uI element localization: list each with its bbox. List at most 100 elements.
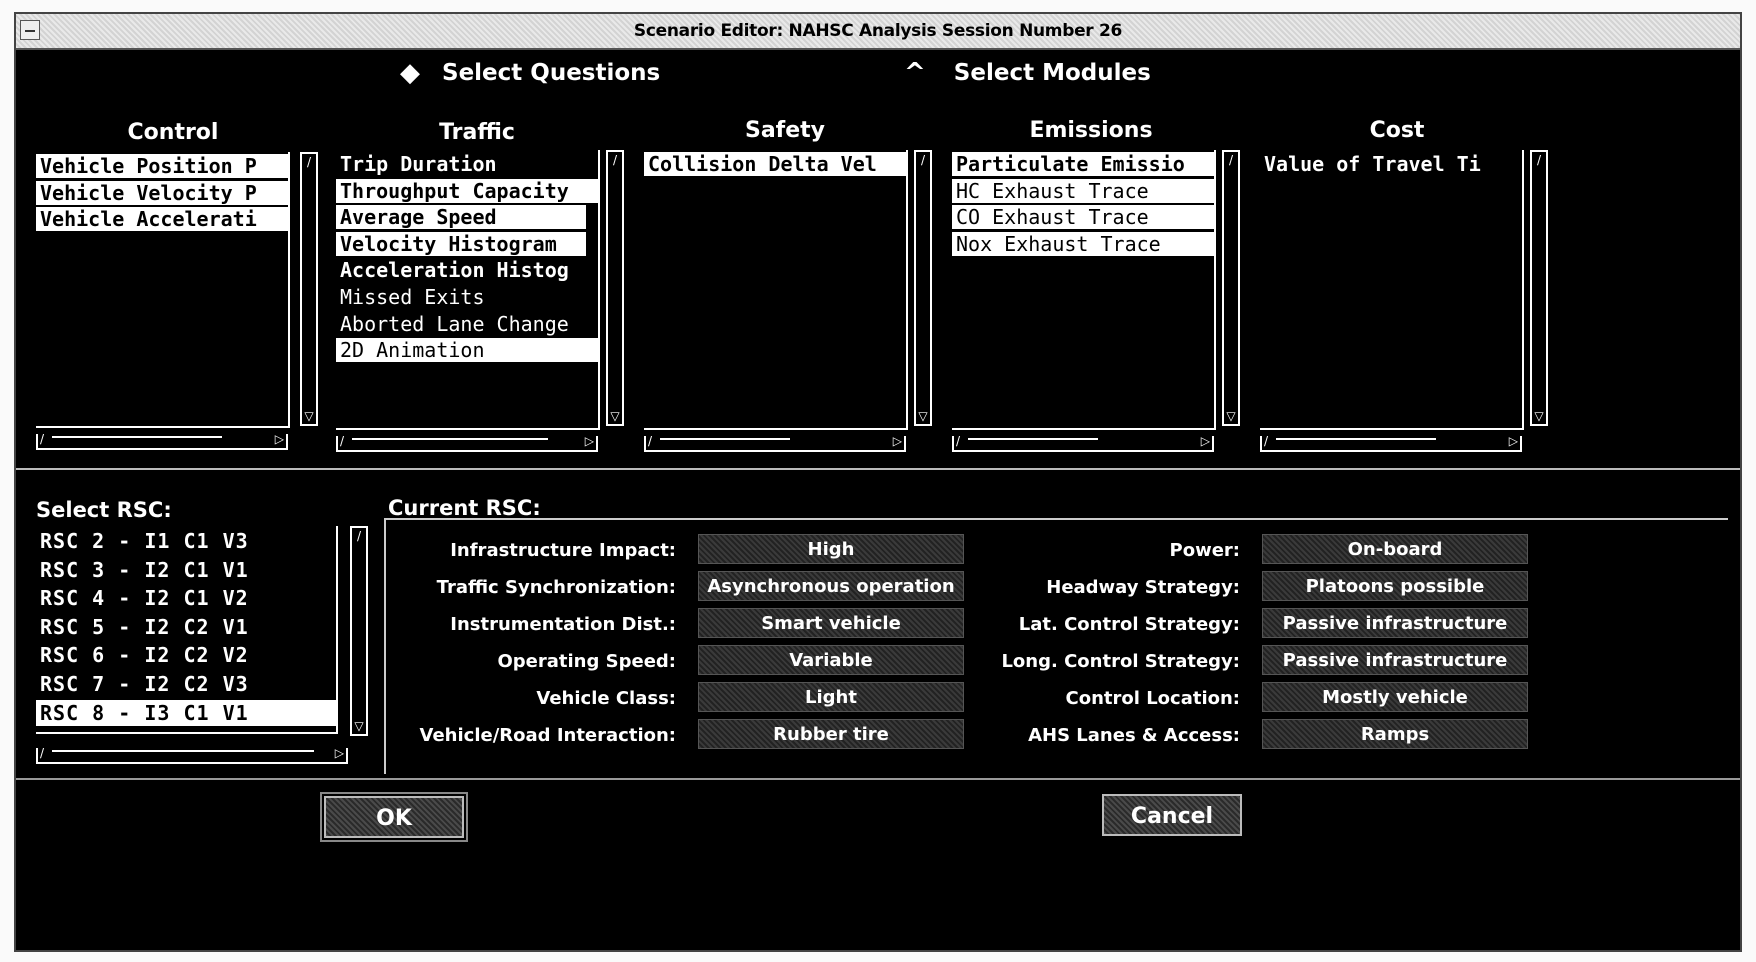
scroll-up-icon[interactable]: /: [1532, 152, 1546, 168]
list-item[interactable]: Missed Exits: [336, 285, 598, 309]
ok-button[interactable]: OK: [324, 796, 464, 838]
vehicle-road-interaction-label: Vehicle/Road Interaction:: [419, 725, 676, 746]
list-item[interactable]: HC Exhaust Trace: [952, 178, 1214, 203]
traffic-horizontal-scrollbar[interactable]: / ▷: [336, 434, 598, 452]
hollow-diamond-icon: ^: [904, 58, 926, 88]
headway-strategy-label: Headway Strategy:: [1046, 577, 1240, 598]
scroll-left-icon[interactable]: /: [40, 432, 44, 446]
infrastructure-impact-label: Infrastructure Impact:: [450, 540, 676, 561]
title-bar[interactable]: Scenario Editor: NAHSC Analysis Session …: [16, 14, 1740, 50]
cost-horizontal-scrollbar[interactable]: / ▷: [1260, 434, 1522, 452]
scroll-left-icon[interactable]: /: [956, 434, 960, 448]
scroll-down-icon[interactable]: ▽: [1224, 408, 1238, 424]
scenario-editor-window: Scenario Editor: NAHSC Analysis Session …: [14, 12, 1742, 952]
safety-listbox[interactable]: Collision Delta Vel / ▽ / ▷: [644, 150, 936, 452]
scroll-right-icon[interactable]: ▷: [275, 432, 284, 446]
rsc-listbox[interactable]: RSC 2 - I1 C1 V3 RSC 3 - I2 C1 V1 RSC 4 …: [36, 526, 372, 766]
list-item[interactable]: RSC 7 - I2 C2 V3: [36, 671, 336, 697]
list-item[interactable]: 2D Animation: [336, 338, 598, 363]
list-item[interactable]: CO Exhaust Trace: [952, 205, 1214, 230]
power-value: On-board: [1262, 534, 1528, 564]
scroll-left-icon[interactable]: /: [1264, 434, 1268, 448]
column-header-emissions: Emissions: [1029, 118, 1153, 143]
control-location-label: Control Location:: [1065, 688, 1240, 709]
power-label: Power:: [1169, 540, 1240, 561]
column-header-cost: Cost: [1369, 118, 1425, 143]
list-item[interactable]: RSC 8 - I3 C1 V1: [36, 699, 336, 726]
scroll-left-icon[interactable]: /: [340, 434, 344, 448]
scroll-down-icon[interactable]: ▽: [302, 408, 316, 424]
scroll-right-icon[interactable]: ▷: [1509, 434, 1518, 448]
list-item[interactable]: Aborted Lane Change: [336, 312, 598, 336]
list-item[interactable]: RSC 3 - I2 C1 V1: [36, 557, 336, 583]
control-location-value: Mostly vehicle: [1262, 682, 1528, 712]
list-item[interactable]: Trip Duration: [336, 152, 598, 176]
list-item[interactable]: Nox Exhaust Trace: [952, 231, 1214, 256]
list-item[interactable]: Vehicle Accelerati: [36, 207, 288, 232]
list-item[interactable]: Throughput Capacity: [336, 178, 598, 203]
window-menu-button[interactable]: [20, 20, 40, 40]
scroll-right-icon[interactable]: ▷: [893, 434, 902, 448]
scroll-left-icon[interactable]: /: [40, 746, 44, 760]
safety-vertical-scrollbar[interactable]: / ▽: [914, 150, 932, 426]
control-vertical-scrollbar[interactable]: / ▽: [300, 152, 318, 426]
control-horizontal-scrollbar[interactable]: / ▷: [36, 432, 288, 450]
cancel-button[interactable]: Cancel: [1102, 794, 1242, 836]
scroll-up-icon[interactable]: /: [302, 154, 316, 170]
list-item[interactable]: RSC 6 - I2 C2 V2: [36, 642, 336, 668]
traffic-listbox[interactable]: Trip Duration Throughput Capacity Averag…: [336, 150, 628, 452]
scroll-up-icon[interactable]: /: [916, 152, 930, 168]
scroll-up-icon[interactable]: /: [1224, 152, 1238, 168]
scroll-right-icon[interactable]: ▷: [585, 434, 594, 448]
operating-speed-label: Operating Speed:: [497, 651, 676, 672]
ahs-lanes-access-value: Ramps: [1262, 719, 1528, 749]
list-item[interactable]: RSC 2 - I1 C1 V3: [36, 528, 336, 554]
list-item[interactable]: Particulate Emissio: [952, 152, 1214, 176]
list-item[interactable]: Vehicle Velocity P: [36, 180, 288, 205]
vehicle-class-value: Light: [698, 682, 964, 712]
list-item[interactable]: Average Speed: [336, 205, 586, 230]
list-item[interactable]: RSC 5 - I2 C2 V1: [36, 614, 336, 640]
list-item[interactable]: RSC 4 - I2 C1 V2: [36, 585, 336, 611]
select-rsc-label: Select RSC:: [36, 498, 172, 522]
scroll-down-icon[interactable]: ▽: [352, 718, 366, 734]
filled-diamond-icon: ◆: [400, 58, 420, 88]
scroll-left-icon[interactable]: /: [648, 434, 652, 448]
control-listbox[interactable]: Vehicle Position P Vehicle Velocity P Ve…: [36, 152, 322, 452]
safety-horizontal-scrollbar[interactable]: / ▷: [644, 434, 906, 452]
headway-strategy-value: Platoons possible: [1262, 571, 1528, 601]
current-rsc-label: Current RSC:: [388, 496, 541, 520]
column-header-safety: Safety: [744, 118, 826, 143]
select-questions-radio[interactable]: ◆ Select Questions: [400, 58, 660, 88]
lat-control-strategy-label: Lat. Control Strategy:: [1018, 614, 1240, 635]
list-item[interactable]: Value of Travel Ti: [1260, 152, 1522, 176]
emissions-horizontal-scrollbar[interactable]: / ▷: [952, 434, 1214, 452]
traffic-vertical-scrollbar[interactable]: / ▽: [606, 150, 624, 426]
button-divider: [16, 778, 1740, 780]
infrastructure-impact-value: High: [698, 534, 964, 564]
traffic-synchronization-label: Traffic Synchronization:: [436, 577, 676, 598]
list-item[interactable]: Collision Delta Vel: [644, 152, 906, 176]
scroll-down-icon[interactable]: ▽: [608, 408, 622, 424]
cost-vertical-scrollbar[interactable]: / ▽: [1530, 150, 1548, 426]
list-item[interactable]: Vehicle Position P: [36, 154, 288, 178]
emissions-listbox[interactable]: Particulate Emissio HC Exhaust Trace CO …: [952, 150, 1244, 452]
rsc-vertical-scrollbar[interactable]: / ▽: [350, 526, 368, 736]
list-item[interactable]: Velocity Histogram: [336, 231, 586, 256]
rsc-horizontal-scrollbar[interactable]: / ▷: [36, 746, 348, 764]
cost-listbox[interactable]: Value of Travel Ti / ▽ / ▷: [1260, 150, 1552, 452]
list-item[interactable]: Acceleration Histog: [336, 258, 598, 282]
select-modules-label: Select Modules: [953, 60, 1151, 86]
emissions-vertical-scrollbar[interactable]: / ▽: [1222, 150, 1240, 426]
scroll-up-icon[interactable]: /: [352, 528, 366, 544]
scroll-down-icon[interactable]: ▽: [1532, 408, 1546, 424]
long-control-strategy-value: Passive infrastructure: [1262, 645, 1528, 675]
scroll-right-icon[interactable]: ▷: [335, 746, 344, 760]
scroll-down-icon[interactable]: ▽: [916, 408, 930, 424]
operating-speed-value: Variable: [698, 645, 964, 675]
scroll-up-icon[interactable]: /: [608, 152, 622, 168]
column-header-control: Control: [127, 120, 219, 145]
long-control-strategy-label: Long. Control Strategy:: [1001, 651, 1240, 672]
select-modules-radio[interactable]: ^ Select Modules: [904, 58, 1151, 88]
scroll-right-icon[interactable]: ▷: [1201, 434, 1210, 448]
